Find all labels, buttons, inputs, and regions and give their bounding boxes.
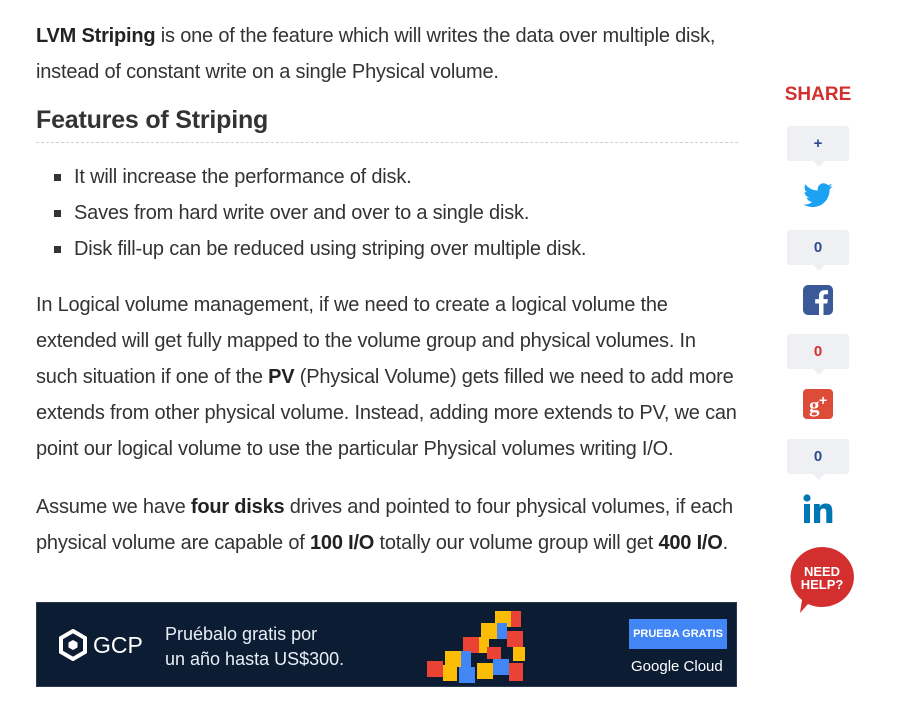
disks-paragraph: Assume we have four disks drives and poi… (36, 489, 738, 561)
gcp-ad-banner[interactable]: GCP Pruébalo gratis por un año hasta US$… (36, 602, 737, 687)
four-disks-strong: four disks (190, 496, 285, 518)
feature-list: It will increase the performance of disk… (36, 159, 738, 267)
linkedin-share-count: 0 (787, 439, 849, 480)
gcp-logo-icon (59, 629, 87, 661)
twitter-icon[interactable] (802, 180, 834, 212)
facebook-share-count: 0 (787, 230, 849, 271)
google-plus-icon[interactable]: g + (802, 388, 834, 420)
list-item: Saves from hard write over and over to a… (54, 195, 738, 231)
intro-paragraph: LVM Striping is one of the feature which… (36, 18, 738, 90)
io-100-strong: 100 I/O (309, 532, 375, 554)
svg-text:+: + (819, 392, 827, 408)
share-more-button[interactable]: + (787, 126, 849, 167)
ad-brand: GCP (93, 632, 143, 658)
facebook-icon[interactable] (802, 284, 834, 316)
pv-strong: PV (268, 366, 295, 388)
disks-text-c: totally our volume group will get (374, 532, 659, 554)
google-plus-share-count: 0 (787, 334, 849, 375)
google-cloud-logo: Google Cloud (631, 658, 723, 675)
ad-line-2: un año hasta US$300. (165, 649, 345, 669)
linkedin-icon[interactable] (802, 493, 836, 525)
help-line-2: HELP? (801, 577, 844, 592)
disks-text-a: Assume we have (36, 496, 191, 518)
disks-text-d: . (722, 532, 729, 554)
try-free-button[interactable]: PRUEBA GRATIS (629, 619, 727, 649)
list-item: It will increase the performance of disk… (54, 159, 738, 195)
section-heading: Features of Striping (36, 104, 738, 143)
list-item: Disk fill-up can be reduced using stripi… (54, 231, 738, 267)
pv-paragraph: In Logical volume management, if we need… (36, 287, 738, 467)
intro-strong: LVM Striping (36, 25, 156, 47)
article-body: LVM Striping is one of the feature which… (36, 18, 738, 561)
io-400-strong: 400 I/O (658, 532, 723, 554)
need-help-icon[interactable]: NEED HELP? (786, 543, 858, 615)
cubes-illustration-icon (427, 611, 525, 683)
ad-line-1: Pruébalo gratis por (165, 624, 318, 644)
share-title: SHARE (784, 84, 852, 105)
ad-copy: Pruébalo gratis por un año hasta US$300. (165, 622, 344, 672)
